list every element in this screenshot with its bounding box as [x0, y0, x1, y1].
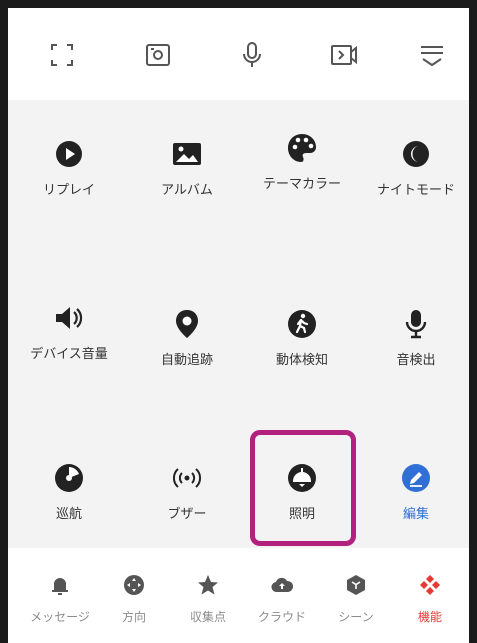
palette-icon — [246, 130, 358, 166]
grid-item-auto-tracking[interactable]: 自動追跡 — [131, 306, 243, 406]
grid-item-label: 編集 — [402, 507, 429, 522]
nav-item-scene[interactable]: シーン — [316, 570, 396, 630]
broadcast-icon — [131, 460, 243, 496]
grid-item-buzzer[interactable]: ブザー — [131, 460, 243, 560]
grid-item-label: アルバム — [161, 183, 213, 198]
cloud-upload-icon — [242, 570, 322, 600]
grid-item-theme-color[interactable]: テーマカラー — [246, 130, 358, 230]
nav-item-messages[interactable]: メッセージ — [20, 570, 100, 630]
nav-item-direction[interactable]: 方向 — [94, 570, 174, 630]
scene-cube-icon — [316, 570, 396, 600]
grid-item-sound-detection[interactable]: 音検出 — [360, 306, 472, 406]
top-toolbar — [8, 8, 469, 100]
nav-label: メッセージ — [30, 610, 90, 624]
walking-person-icon — [246, 306, 358, 342]
nav-label: 方向 — [121, 610, 146, 624]
collapse-menu-button[interactable] — [410, 33, 454, 77]
function-panel: リプレイ アルバム テーマカラー ナイトモード デバイス音量 自動追跡 動体検知… — [8, 100, 469, 548]
grid-item-label: テーマカラー — [262, 177, 341, 192]
grid-item-label: デバイス音量 — [30, 347, 108, 362]
grid-item-cruise[interactable]: 巡航 — [13, 460, 125, 560]
screenshot-icon — [146, 44, 170, 66]
grid-item-label: 巡航 — [55, 507, 82, 522]
fullscreen-icon — [51, 44, 73, 66]
nav-item-functions[interactable]: 機能 — [390, 570, 470, 630]
function-diamond-icon — [390, 570, 470, 600]
nav-label: シーン — [338, 610, 374, 624]
star-icon — [168, 570, 248, 600]
grid-item-label: 自動追跡 — [160, 353, 213, 368]
record-button[interactable] — [322, 33, 366, 77]
grid-item-device-volume[interactable]: デバイス音量 — [13, 300, 125, 400]
bell-icon — [20, 570, 100, 600]
fullscreen-button[interactable] — [40, 33, 84, 77]
direction-pad-icon — [94, 570, 174, 600]
device-frame-top — [0, 0, 477, 8]
screenshot-button[interactable] — [136, 33, 180, 77]
cruise-icon — [13, 460, 125, 496]
bottom-navigation: メッセージ 方向 収集点 クラウド シーン 機能 — [8, 560, 469, 643]
location-pin-icon — [131, 306, 243, 342]
nav-label: 収集点 — [189, 610, 226, 624]
nav-label: クラウド — [257, 610, 306, 624]
play-circle-icon — [13, 136, 125, 172]
grid-item-night-mode[interactable]: ナイトモード — [360, 136, 472, 236]
nav-item-cloud[interactable]: クラウド — [242, 570, 322, 630]
grid-item-edit[interactable]: 編集 — [360, 460, 472, 560]
grid-item-replay[interactable]: リプレイ — [13, 136, 125, 236]
grid-item-label: 音検出 — [396, 353, 436, 368]
grid-item-album[interactable]: アルバム — [131, 136, 243, 236]
grid-item-label: リプレイ — [42, 183, 95, 198]
image-icon — [131, 136, 243, 172]
speaker-icon — [13, 300, 125, 336]
selection-highlight — [250, 430, 356, 546]
microphone-icon — [243, 42, 261, 67]
menu-collapse-icon — [421, 46, 443, 67]
talk-button[interactable] — [230, 33, 274, 77]
device-frame-left — [0, 0, 8, 643]
microphone-icon — [360, 306, 472, 342]
grid-item-label: ナイトモード — [376, 183, 455, 198]
record-video-icon — [331, 45, 357, 65]
nav-label: 機能 — [417, 610, 442, 624]
nav-item-collection-points[interactable]: 収集点 — [168, 570, 248, 630]
moon-icon — [360, 136, 472, 172]
grid-item-label: 動体検知 — [275, 353, 328, 368]
edit-icon — [360, 460, 472, 496]
grid-item-label: ブザー — [167, 507, 207, 522]
grid-item-motion-detection[interactable]: 動体検知 — [246, 306, 358, 406]
